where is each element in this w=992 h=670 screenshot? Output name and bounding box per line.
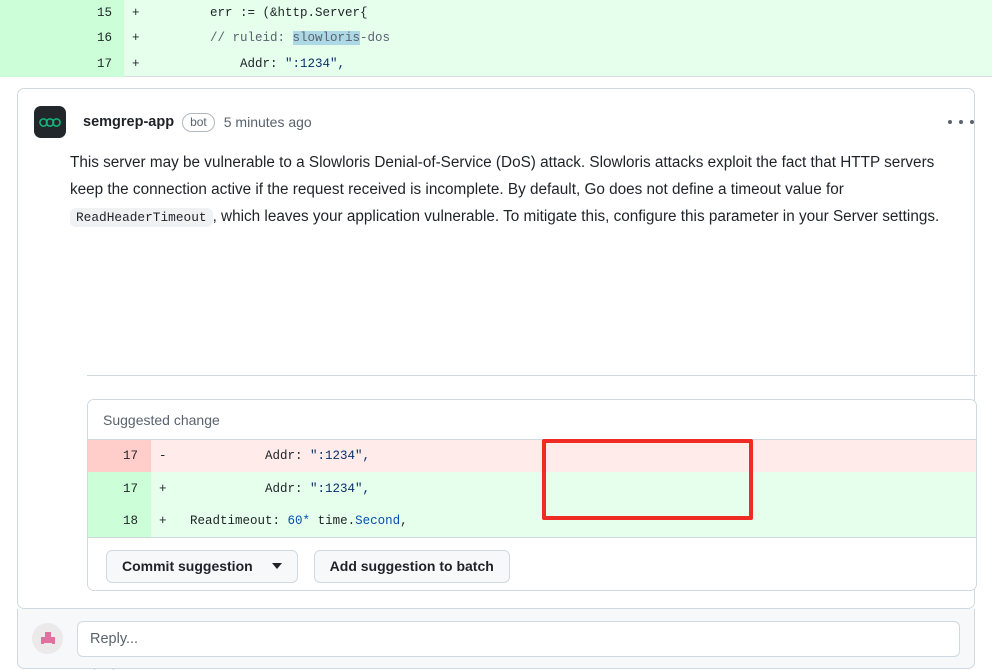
diff-line-number: 17 [0,51,124,77]
comment-body: This server may be vulnerable to a Slowl… [18,141,974,231]
suggestion-line-number: 17 [88,472,151,504]
user-avatar [32,623,63,654]
code-text: Addr: ":1234", [175,482,370,496]
reply-input[interactable] [77,621,960,657]
suggestion-diff-line: 18+ Readtimeout: 60* time.Second, [88,505,976,537]
diff-line-sign: + [124,31,150,45]
bot-badge: bot [182,113,215,132]
code-text: Addr: ":1234", [175,449,370,463]
suggestion-line-number: 17 [88,440,151,472]
suggestion-actions: Commit suggestion Add suggestion to batc… [88,537,976,591]
code-text: Readtimeout: 60* time.Second, [175,514,408,528]
commit-suggestion-button[interactable]: Commit suggestion [106,550,298,583]
suggestion-line-sign: + [151,514,175,528]
diff-line: 15+ err := (&http.Server{ [0,0,992,26]
kebab-dot-2 [959,120,963,124]
suggested-change-block: Suggested change 17- Addr: ":1234",17+ A… [87,399,977,591]
suggestion-diff-line: 17+ Addr: ":1234", [88,472,976,504]
diff-hunk-context: 15+ err := (&http.Server{16+ // ruleid: … [0,0,992,77]
add-suggestion-to-batch-button[interactable]: Add suggestion to batch [314,550,510,583]
kebab-dot-1 [948,120,952,124]
review-comment-card: semgrep-app bot 5 minutes ago This serve… [17,88,975,609]
add-to-batch-label: Add suggestion to batch [330,558,494,574]
comment-header: semgrep-app bot 5 minutes ago [18,89,974,141]
suggestion-line-sign: + [151,482,175,496]
comment-timestamp: 5 minutes ago [224,114,312,130]
diff-line-sign: + [124,57,150,71]
comment-options-menu-button[interactable] [948,112,974,132]
diff-line-number: 15 [0,0,124,26]
diff-line-sign: + [124,6,150,20]
semgrep-logo-avatar [34,106,66,138]
code-text: // ruleid: slowloris-dos [150,31,390,45]
comment-divider [87,375,977,376]
inline-code-chip: ReadHeaderTimeout [70,208,213,227]
code-text: Addr: ":1234", [150,57,345,71]
commit-suggestion-label: Commit suggestion [122,558,253,574]
diff-line: 17+ Addr: ":1234", [0,51,992,77]
kebab-dot-3 [970,120,974,124]
suggestion-line-number: 18 [88,505,151,537]
reply-bar [17,609,975,669]
suggestion-diff-line: 17- Addr: ":1234", [88,440,976,472]
suggested-change-header: Suggested change [88,400,976,440]
diff-line-number: 16 [0,26,124,52]
comment-author[interactable]: semgrep-app [83,114,174,130]
diff-line: 16+ // ruleid: slowloris-dos [0,26,992,52]
suggestion-diff-lines: 17- Addr: ":1234",17+ Addr: ":1234",18+ … [88,440,976,537]
code-text: err := (&http.Server{ [150,6,368,20]
suggestion-line-sign: - [151,449,175,463]
pull-request-review-comment-page: 15+ err := (&http.Server{16+ // ruleid: … [0,0,992,670]
chevron-down-icon[interactable] [272,563,282,569]
